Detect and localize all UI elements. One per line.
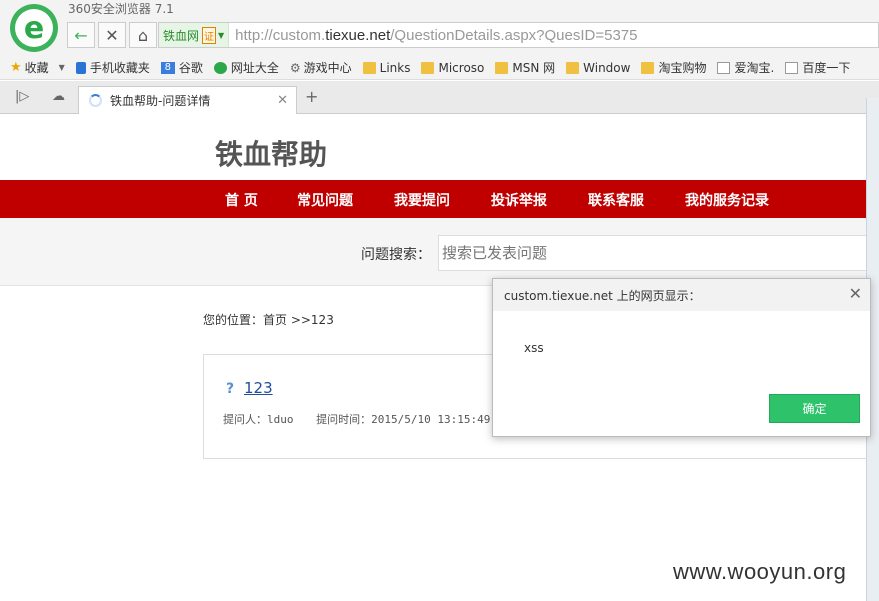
url-text[interactable]: http://custom.tiexue.net/QuestionDetails… xyxy=(235,27,637,44)
question-mark-icon: ? xyxy=(226,381,235,397)
nav-home[interactable]: 首 页 xyxy=(225,190,258,210)
bookmark-favorites[interactable]: ★ 收藏 ▼ xyxy=(10,59,65,76)
chevron-down-icon: ▼ xyxy=(58,63,65,72)
bookmark-msn[interactable]: MSN 网 xyxy=(495,59,555,76)
bookmark-windows[interactable]: Window xyxy=(566,61,630,75)
question-title-link[interactable]: 123 xyxy=(244,379,273,397)
bookmarks-bar: ★ 收藏 ▼ 手机收藏夹 8 谷歌 网址大全 ⚙ 游戏中心 Links Microso … xyxy=(0,56,879,80)
search-input[interactable] xyxy=(438,235,879,271)
phone-icon xyxy=(75,61,86,74)
dialog-ok-button[interactable]: 确定 xyxy=(769,394,860,423)
nav-records[interactable]: 我的服务记录 xyxy=(685,190,769,210)
app-title: 360安全浏览器 7.1 xyxy=(68,2,174,16)
back-arrow-icon: ← xyxy=(74,25,88,45)
address-bar[interactable]: 铁血网 证 ▼ http://custom.tiexue.net/Questio… xyxy=(158,22,879,48)
google-icon: 8 xyxy=(160,61,175,74)
bookmark-web[interactable]: 网址大全 xyxy=(213,59,279,76)
folder-icon xyxy=(362,61,376,74)
bookmark-baidu[interactable]: 百度一下 xyxy=(785,59,850,76)
page-icon xyxy=(785,61,799,74)
web-icon xyxy=(213,61,227,74)
bookmark-mobile[interactable]: 手机收藏夹 xyxy=(75,59,150,76)
bookmark-links[interactable]: Links xyxy=(362,61,410,75)
logo-letter: e xyxy=(15,9,53,47)
nav-faq[interactable]: 常见问题 xyxy=(297,190,353,210)
sidebar-toggle-icon[interactable]: |▷ xyxy=(15,89,29,104)
site-badge-label: 铁血网 xyxy=(163,28,200,43)
tab-label: 铁血帮助-问题详情 xyxy=(110,94,211,108)
certificate-icon: 证 xyxy=(202,26,217,44)
bookmark-games[interactable]: ⚙ 游戏中心 xyxy=(290,59,352,76)
search-area: 问题搜索： xyxy=(0,218,879,286)
alert-dialog: custom.tiexue.net 上的网页显示： ✕ xss 确定 xyxy=(492,278,871,437)
stop-button[interactable]: ✕ xyxy=(98,22,126,48)
site-nav: 首 页 常见问题 我要提问 投诉举报 联系客服 我的服务记录 xyxy=(0,180,879,218)
browser-logo-icon[interactable]: e xyxy=(10,4,58,52)
browser-titlebar: e 360安全浏览器 7.1 ← ✕ ⌂ 铁血网 证 ▼ http://cust… xyxy=(0,0,879,56)
folder-icon xyxy=(421,61,435,74)
back-button[interactable]: ← xyxy=(67,22,95,48)
search-label: 问题搜索： xyxy=(361,247,431,263)
chevron-down-icon: ▼ xyxy=(218,30,225,40)
folder-icon xyxy=(641,61,655,74)
cloud-icon[interactable]: ☁ xyxy=(52,89,65,104)
dialog-close-icon[interactable]: ✕ xyxy=(849,284,862,303)
home-button[interactable]: ⌂ xyxy=(129,22,157,48)
bookmark-google[interactable]: 8 谷歌 xyxy=(160,59,203,76)
tab-close-icon[interactable]: ✕ xyxy=(277,93,288,108)
tab-question-details[interactable]: 铁血帮助-问题详情 ✕ xyxy=(78,86,297,114)
star-icon: ★ xyxy=(10,60,22,75)
site-title: 铁血帮助 xyxy=(215,138,328,171)
dialog-message: xss xyxy=(524,341,544,355)
folder-icon xyxy=(495,61,509,74)
site-identity-badge[interactable]: 铁血网 证 ▼ xyxy=(159,23,230,47)
nav-support[interactable]: 联系客服 xyxy=(588,190,644,210)
dialog-title: custom.tiexue.net 上的网页显示： xyxy=(493,279,870,311)
page-icon xyxy=(717,61,731,74)
tab-strip: |▷ ☁ 铁血帮助-问题详情 ✕ + xyxy=(0,81,879,114)
bookmark-aitaobao[interactable]: 爱淘宝. xyxy=(717,59,774,76)
breadcrumb: 您的位置：首页 >>123 xyxy=(203,313,334,327)
bookmark-microsoft[interactable]: Microso xyxy=(421,61,484,75)
question-meta: 提问人：lduo 提问时间：2015/5/10 13:15:49 xyxy=(223,411,490,427)
game-icon: ⚙ xyxy=(289,60,301,75)
nav-report[interactable]: 投诉举报 xyxy=(491,190,547,210)
bookmark-taobao[interactable]: 淘宝购物 xyxy=(641,59,706,76)
loading-spinner-icon xyxy=(89,94,102,107)
new-tab-button[interactable]: + xyxy=(305,87,318,106)
question-time: 提问时间：2015/5/10 13:15:49 xyxy=(316,413,491,426)
nav-ask[interactable]: 我要提问 xyxy=(394,190,450,210)
home-icon: ⌂ xyxy=(137,25,149,45)
watermark: www.wooyun.org xyxy=(673,559,847,584)
close-icon: ✕ xyxy=(105,25,119,45)
question-asker: 提问人：lduo xyxy=(223,413,294,426)
folder-icon xyxy=(566,61,580,74)
